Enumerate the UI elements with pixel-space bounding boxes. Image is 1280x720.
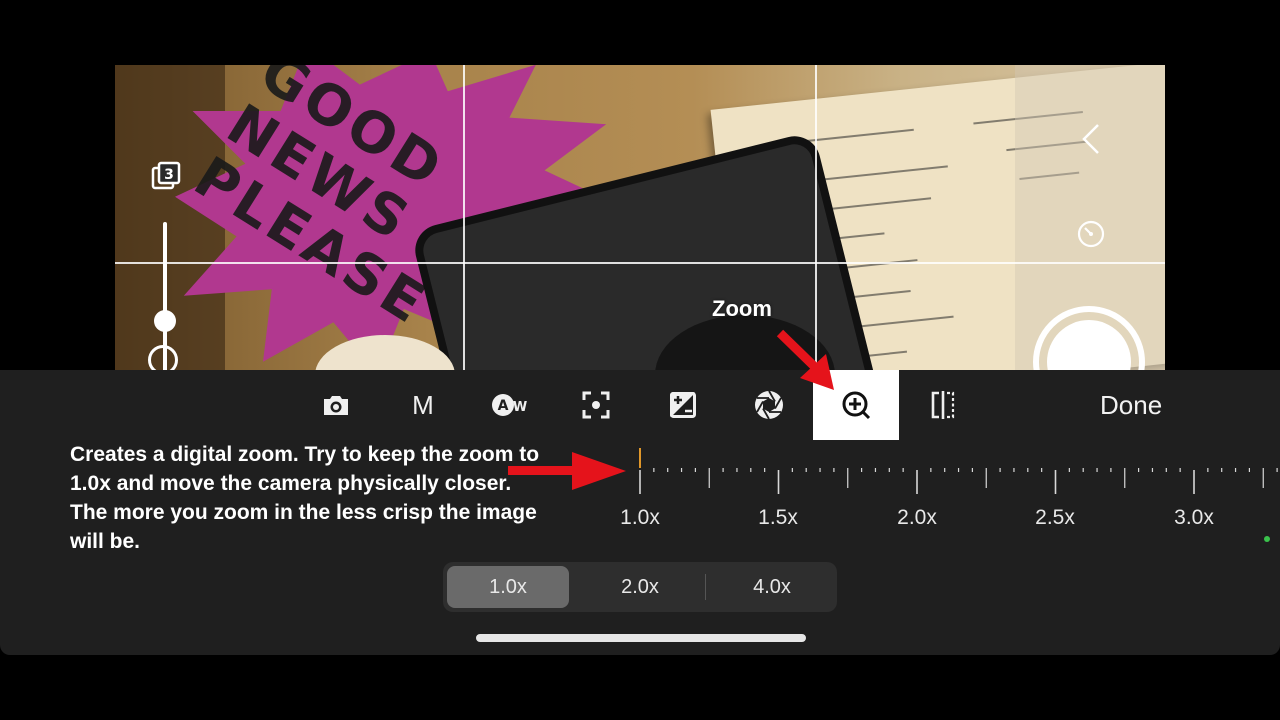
burst-count-icon[interactable]: 3: [150, 160, 182, 192]
camera-mode-button[interactable]: [293, 370, 379, 440]
timer-icon[interactable]: [1075, 218, 1107, 250]
grid-line-horizontal: [115, 262, 1165, 264]
zoom-preset-1x[interactable]: 1.0x: [447, 566, 569, 608]
mirror-button[interactable]: [900, 370, 986, 440]
aperture-icon: [755, 390, 783, 420]
status-dot: [1264, 536, 1270, 542]
zoom-in-icon: [842, 391, 871, 420]
manual-mode-button[interactable]: M: [380, 370, 466, 440]
white-balance-button[interactable]: A W: [466, 370, 552, 440]
white-object: [315, 335, 455, 375]
done-button[interactable]: Done: [1100, 390, 1162, 421]
manual-icon: M: [412, 389, 434, 420]
zoom-preset-selector: 1.0x 2.0x 4.0x: [443, 562, 837, 612]
exposure-icon: [670, 392, 696, 418]
ruler-label: 2.5x: [1035, 506, 1075, 529]
svg-text:W: W: [513, 400, 527, 415]
home-indicator[interactable]: [476, 634, 806, 642]
exposure-slider-thumb[interactable]: [154, 310, 176, 332]
chevron-left-icon[interactable]: [1078, 122, 1106, 156]
segment-divider: [705, 574, 706, 600]
grid-line-vertical-1: [463, 65, 465, 375]
ruler-label: 1.0x: [620, 506, 660, 529]
ruler-label: 2.0x: [897, 506, 937, 529]
zoom-button[interactable]: [813, 370, 899, 440]
settings-panel: M A W Done Creates a digital zoom. Try t…: [0, 370, 1280, 655]
zoom-preset-2x[interactable]: 2.0x: [579, 566, 701, 608]
ruler-label: 1.5x: [758, 506, 798, 529]
ruler-label: 3.0x: [1174, 506, 1214, 529]
settings-toolbar: M A W Done: [0, 370, 1280, 440]
zoom-ruler[interactable]: [630, 448, 1280, 498]
focus-button[interactable]: [553, 370, 639, 440]
svg-text:3: 3: [164, 167, 174, 183]
zoom-preset-4x[interactable]: 4.0x: [711, 566, 833, 608]
exposure-button[interactable]: [640, 370, 726, 440]
zoom-help-text: Creates a digital zoom. Try to keep the …: [70, 443, 540, 553]
camera-icon: [324, 396, 348, 415]
grid-line-vertical-2: [815, 65, 817, 375]
zoom-callout-label: Zoom: [712, 296, 772, 321]
camera-viewfinder[interactable]: GOOD NEWS PLEASE: [115, 65, 1165, 375]
focus-icon: [582, 391, 610, 419]
auto-white-balance-icon: A W: [492, 394, 527, 416]
aperture-button[interactable]: [726, 370, 812, 440]
svg-text:A: A: [498, 398, 509, 414]
mirror-icon: [931, 391, 955, 419]
zoom-ruler-labels: 1.0x 1.5x 2.0x 2.5x 3.0x: [0, 506, 1280, 536]
